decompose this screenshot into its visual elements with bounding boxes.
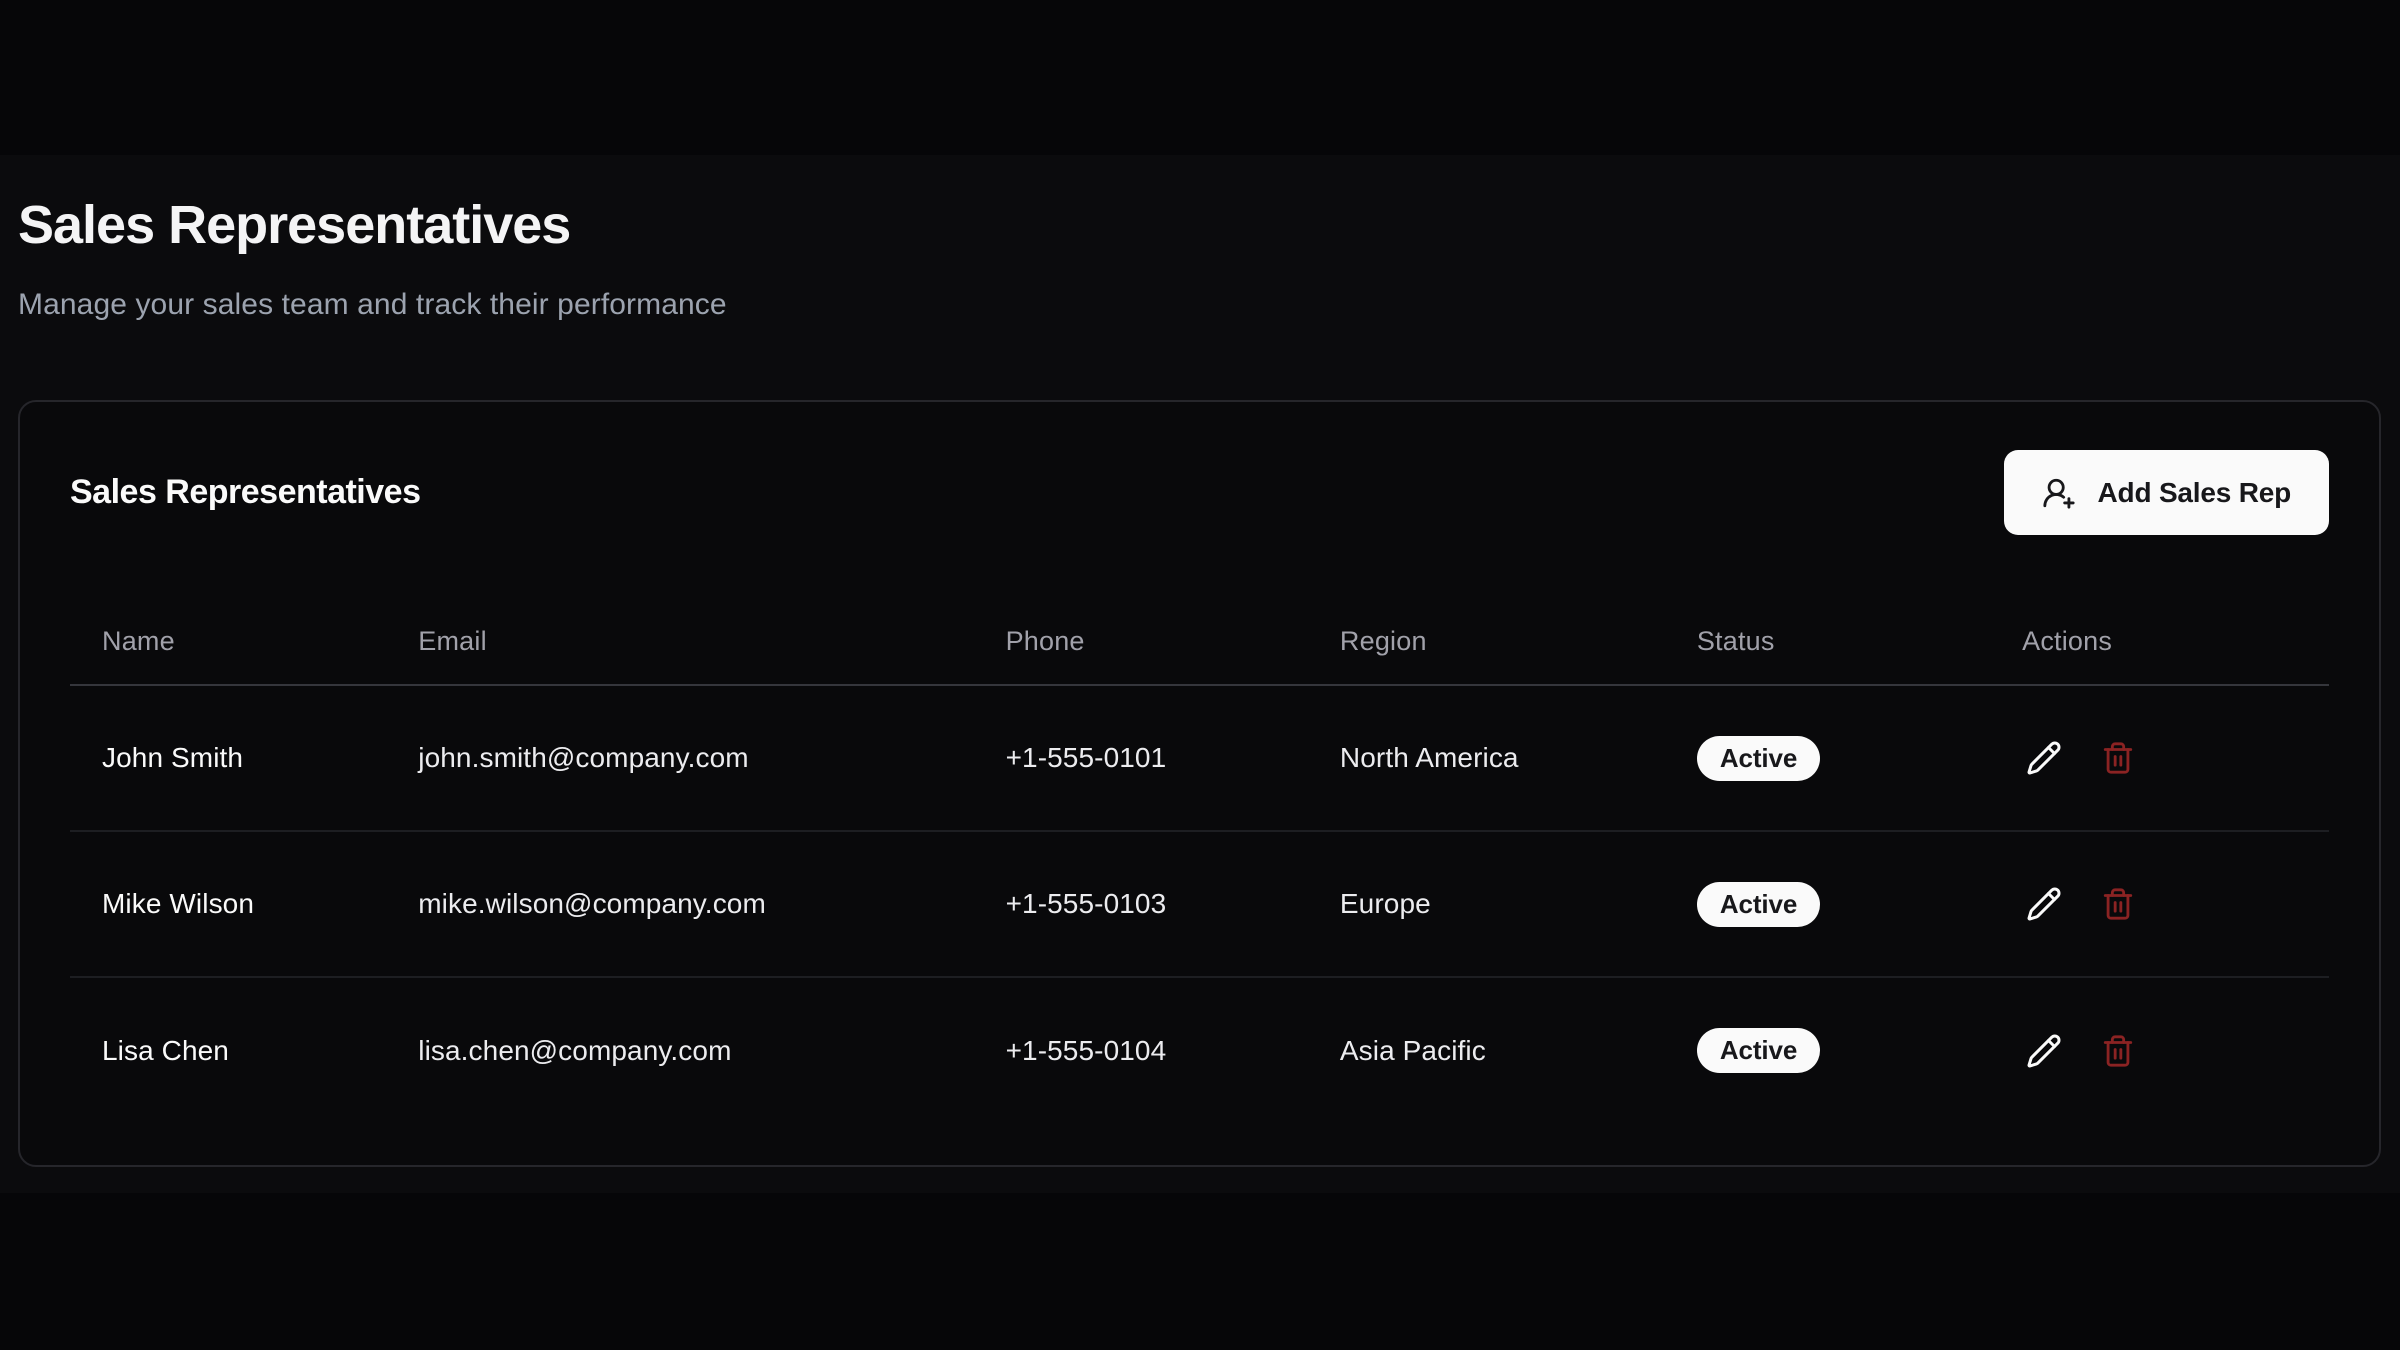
column-header-phone: Phone [974, 535, 1308, 685]
sales-reps-table: Name Email Phone Region Status Actions J… [70, 535, 2329, 1123]
column-header-status: Status [1665, 535, 1990, 685]
cell-region: North America [1308, 685, 1665, 831]
delete-button[interactable] [2096, 736, 2140, 780]
cell-status: Active [1665, 831, 1990, 977]
trash-icon [2101, 1034, 2135, 1068]
cell-name: John Smith [70, 685, 386, 831]
trash-icon [2101, 887, 2135, 921]
cell-phone: +1-555-0104 [974, 977, 1308, 1123]
cell-status: Active [1665, 977, 1990, 1123]
cell-phone: +1-555-0101 [974, 685, 1308, 831]
column-header-region: Region [1308, 535, 1665, 685]
row-actions [2022, 882, 2329, 926]
pencil-icon [2026, 1033, 2062, 1069]
cell-status: Active [1665, 685, 1990, 831]
page-title: Sales Representatives [18, 192, 2381, 258]
table-header: Name Email Phone Region Status Actions [70, 535, 2329, 685]
sales-representatives-page: Sales Representatives Manage your sales … [0, 0, 2400, 1167]
delete-button[interactable] [2096, 1029, 2140, 1073]
edit-button[interactable] [2022, 882, 2066, 926]
cell-region: Europe [1308, 831, 1665, 977]
delete-button[interactable] [2096, 882, 2140, 926]
column-header-email: Email [386, 535, 973, 685]
status-badge: Active [1697, 882, 1820, 927]
column-header-actions: Actions [1990, 535, 2329, 685]
cell-actions [1990, 977, 2329, 1123]
cell-name: Lisa Chen [70, 977, 386, 1123]
edit-button[interactable] [2022, 1029, 2066, 1073]
card-title: Sales Representatives [70, 473, 420, 512]
status-badge: Active [1697, 736, 1820, 781]
table-row: John Smith john.smith@company.com +1-555… [70, 685, 2329, 831]
cell-email: john.smith@company.com [386, 685, 973, 831]
column-header-name: Name [70, 535, 386, 685]
cell-actions [1990, 831, 2329, 977]
user-round-plus-icon [2042, 476, 2076, 510]
row-actions [2022, 1029, 2329, 1073]
status-badge: Active [1697, 1028, 1820, 1073]
page-subtitle: Manage your sales team and track their p… [18, 284, 2381, 326]
trash-icon [2101, 741, 2135, 775]
cell-name: Mike Wilson [70, 831, 386, 977]
cell-phone: +1-555-0103 [974, 831, 1308, 977]
row-actions [2022, 736, 2329, 780]
table-row: Mike Wilson mike.wilson@company.com +1-5… [70, 831, 2329, 977]
cell-email: lisa.chen@company.com [386, 977, 973, 1123]
sales-reps-card: Sales Representatives Add Sales Rep [18, 400, 2381, 1167]
table-row: Lisa Chen lisa.chen@company.com +1-555-0… [70, 977, 2329, 1123]
add-sales-rep-label: Add Sales Rep [2098, 477, 2291, 509]
cell-region: Asia Pacific [1308, 977, 1665, 1123]
edit-button[interactable] [2022, 736, 2066, 780]
card-header: Sales Representatives Add Sales Rep [70, 450, 2329, 535]
pencil-icon [2026, 886, 2062, 922]
pencil-icon [2026, 740, 2062, 776]
add-sales-rep-button[interactable]: Add Sales Rep [2004, 450, 2329, 535]
cell-actions [1990, 685, 2329, 831]
cell-email: mike.wilson@company.com [386, 831, 973, 977]
